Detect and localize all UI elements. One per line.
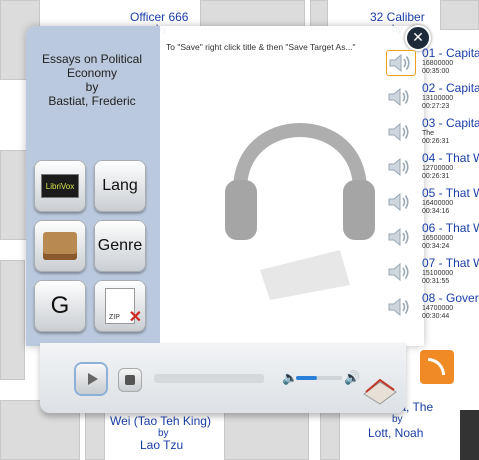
track-meta: 15100000 xyxy=(422,270,454,277)
track-title[interactable]: 02 - Capita xyxy=(422,81,479,95)
catalog-title[interactable]: Officer 666 xyxy=(130,10,188,24)
track-title[interactable]: 03 - Capita xyxy=(422,116,479,130)
track-meta: 00:27:23 xyxy=(422,103,450,110)
book-author: Bastiat, Frederic xyxy=(48,94,136,108)
book-icon xyxy=(43,232,77,260)
google-button[interactable]: G xyxy=(34,280,86,332)
volume-high-icon: 🔊 xyxy=(344,370,361,385)
track-meta: 00:30:44 xyxy=(422,313,450,320)
track-meta: 00:31:55 xyxy=(422,278,450,285)
track-item[interactable]: 01 - Capita 16800000 00:35:00 xyxy=(422,46,479,76)
headphones-icon xyxy=(225,123,375,300)
catalog-cover[interactable] xyxy=(224,410,309,460)
catalog-author[interactable]: Lao Tzu xyxy=(140,438,183,452)
track-meta: 00:35:00 xyxy=(422,68,450,75)
g-label: G xyxy=(50,292,70,319)
genre-label: Genre xyxy=(97,237,143,254)
track-play-icon[interactable] xyxy=(386,50,416,76)
track-title[interactable]: 08 - Gover xyxy=(422,291,479,305)
volume-slider[interactable] xyxy=(296,376,342,380)
track-play-icon[interactable] xyxy=(386,225,416,251)
zip-download-button[interactable]: ZIP ✕ xyxy=(94,280,146,332)
track-meta: 00:34:24 xyxy=(422,243,450,250)
track-play-icon[interactable] xyxy=(386,155,416,181)
catalog-cover[interactable] xyxy=(0,260,25,380)
zip-text: ZIP xyxy=(109,314,120,321)
rss-feed-icon[interactable] xyxy=(420,350,454,384)
book-title-line: Economy xyxy=(66,66,118,80)
book-info-button[interactable] xyxy=(34,220,86,272)
zip-file-icon: ZIP ✕ xyxy=(105,288,142,326)
track-item[interactable]: 06 - That W 16500000 00:34:24 xyxy=(422,221,479,251)
track-item[interactable]: 04 - That W 12700000 00:26:31 xyxy=(422,151,479,181)
track-play-icon[interactable] xyxy=(386,190,416,216)
catalog-cover[interactable] xyxy=(320,410,340,460)
catalog-by: by xyxy=(392,414,403,425)
track-item[interactable]: 02 - Capita 13100000 00:27:23 xyxy=(422,81,479,111)
track-meta: 13100000 xyxy=(422,95,454,102)
progress-bar[interactable] xyxy=(154,374,264,383)
track-item[interactable]: 03 - Capita The 00:26:31 xyxy=(422,116,479,146)
catalog-author[interactable]: Lott, Noah xyxy=(368,426,423,440)
librivox-button[interactable]: LibriVox xyxy=(34,160,86,212)
genre-button[interactable]: Genre xyxy=(94,220,146,272)
zip-unavailable-icon: ✕ xyxy=(128,309,142,326)
librivox-logo-icon: LibriVox xyxy=(41,174,79,198)
track-meta: 00:26:31 xyxy=(422,173,450,180)
track-play-icon[interactable] xyxy=(386,295,416,321)
book-logo-icon[interactable] xyxy=(360,374,400,408)
volume-fill xyxy=(296,376,317,380)
lang-label: Lang xyxy=(102,177,138,194)
track-meta: 12700000 xyxy=(422,165,454,172)
track-play-icon[interactable] xyxy=(386,85,416,111)
track-meta: The xyxy=(422,130,435,137)
track-title[interactable]: 07 - That W xyxy=(422,256,479,270)
stop-button[interactable] xyxy=(118,368,142,392)
track-play-icon[interactable] xyxy=(386,120,416,146)
catalog-title[interactable]: 32 Caliber xyxy=(370,10,425,24)
track-meta: 16500000 xyxy=(422,235,454,242)
catalog-title[interactable]: Wei (Tao Teh King) xyxy=(110,414,211,428)
track-meta: 16400000 xyxy=(422,200,454,207)
track-item[interactable]: 07 - That W 15100000 00:31:55 xyxy=(422,256,479,286)
save-hint: To "Save" right click title & then "Save… xyxy=(166,42,356,52)
catalog-cover[interactable] xyxy=(85,410,105,460)
track-item[interactable]: 08 - Gover 14700000 00:30:44 xyxy=(422,291,479,321)
track-title[interactable]: 05 - That W xyxy=(422,186,479,200)
track-play-icon[interactable] xyxy=(386,260,416,286)
track-meta: 14700000 xyxy=(422,305,454,312)
book-title: Essays on Political Economy by Bastiat, … xyxy=(32,52,152,108)
track-item[interactable]: 05 - That W 16400000 00:34:16 xyxy=(422,186,479,216)
track-title[interactable]: 04 - That W xyxy=(422,151,479,165)
track-title[interactable]: 06 - That W xyxy=(422,221,479,235)
track-title[interactable]: 01 - Capita xyxy=(422,46,479,60)
catalog-cover[interactable] xyxy=(460,410,479,460)
lang-button[interactable]: Lang xyxy=(94,160,146,212)
track-meta: 16800000 xyxy=(422,60,454,67)
track-meta: 00:34:16 xyxy=(422,208,450,215)
catalog-cover[interactable] xyxy=(440,0,479,30)
play-button[interactable] xyxy=(76,364,106,394)
track-meta: 00:26:31 xyxy=(422,138,450,145)
book-by: by xyxy=(85,80,99,94)
book-title-line: Essays on Political xyxy=(41,52,143,66)
